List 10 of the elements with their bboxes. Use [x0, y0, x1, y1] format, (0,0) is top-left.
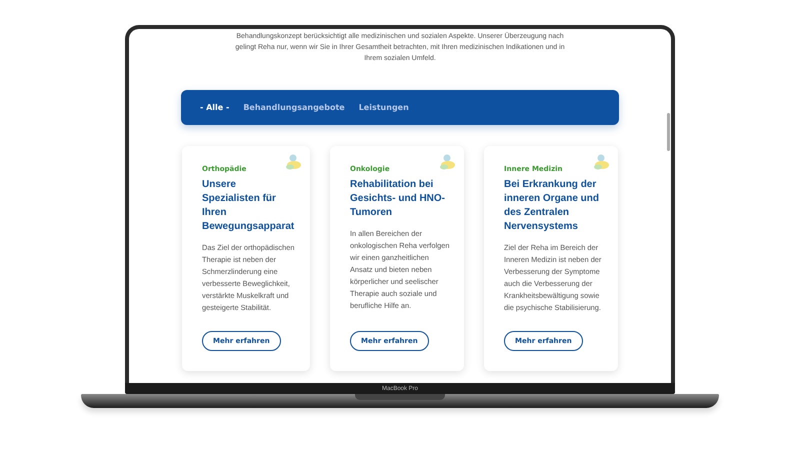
card-title: Rehabilitation bei Gesichts- und HNO-Tumoren [350, 178, 446, 220]
pastel-illustration-icon [285, 153, 303, 171]
filter-tab[interactable]: Leistungen [358, 101, 409, 114]
scrollbar[interactable] [667, 113, 670, 151]
pastel-illustration-icon [439, 153, 457, 171]
card-title: Bei Erkrankung der inneren Organe und des Zentralen Nervensystems [504, 178, 600, 234]
card-title: Unsere Spezialisten für Ihren Bewegungsapparat [202, 178, 296, 234]
filter-tab[interactable]: - Alle - [200, 101, 230, 114]
filter-tab[interactable]: Behandlungsangebote [243, 101, 345, 114]
pastel-illustration-icon [593, 153, 611, 171]
